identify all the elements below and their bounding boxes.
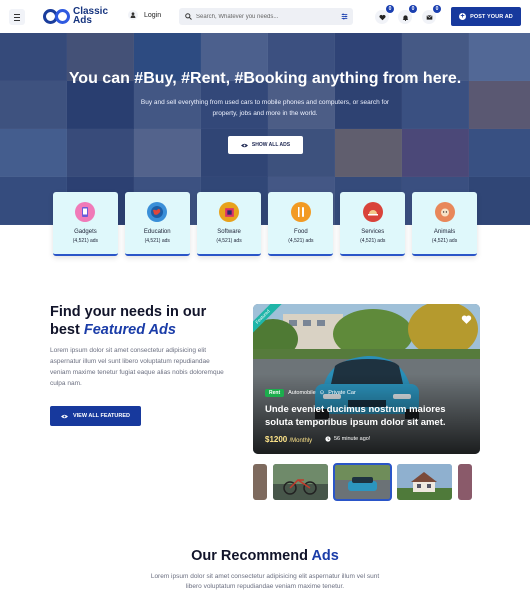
category-name: Food bbox=[294, 229, 308, 235]
category-card-software[interactable]: Software (4,521) ads bbox=[196, 192, 262, 256]
site-logo[interactable]: Classic Ads bbox=[43, 7, 108, 26]
thumbnail-car-selected[interactable] bbox=[333, 463, 392, 501]
recommend-description: Lorem ipsum dolor sit amet consectetur a… bbox=[150, 573, 380, 590]
card-category[interactable]: Automobile bbox=[288, 390, 316, 396]
featured-ad-card[interactable]: Featured Rent Automobile ⊙ Private Car U… bbox=[253, 304, 480, 454]
food-icon bbox=[290, 202, 311, 222]
thumbnail-house[interactable] bbox=[397, 464, 452, 500]
favorite-heart-icon[interactable] bbox=[461, 314, 472, 325]
eye-icon bbox=[60, 414, 68, 418]
animals-icon bbox=[434, 202, 455, 222]
search-input[interactable] bbox=[196, 13, 336, 20]
login-link[interactable]: Login bbox=[128, 10, 161, 20]
time-label: 56 minute ago! bbox=[334, 436, 371, 442]
software-icon bbox=[219, 202, 240, 222]
category-count: (4,521) ads bbox=[144, 238, 170, 244]
category-card-food[interactable]: Food (4,521) ads bbox=[268, 192, 334, 256]
recommend-heading-prefix: Our Recommend bbox=[191, 548, 312, 564]
thumbnail-partial-right[interactable] bbox=[458, 464, 472, 500]
hero-title: You can #Buy, #Rent, #Booking anything f… bbox=[68, 70, 462, 87]
gadgets-icon bbox=[75, 202, 96, 222]
site-header: Classic Ads Login 0 0 0 + POST YOUR AD bbox=[0, 0, 530, 33]
featured-description: Lorem ipsum dolor sit amet consectetur a… bbox=[50, 347, 224, 387]
services-icon bbox=[362, 202, 383, 222]
card-price: $1200 /Monthly bbox=[265, 435, 312, 444]
tag-separator-icon: ⊙ bbox=[319, 390, 325, 396]
search-bar[interactable] bbox=[179, 8, 353, 25]
price-unit: /Monthly bbox=[289, 438, 313, 444]
featured-heading-highlight: Featured Ads bbox=[83, 322, 176, 338]
view-all-featured-button[interactable]: VIEW ALL FEATURED bbox=[50, 406, 141, 426]
show-all-ads-button[interactable]: SHOW ALL ADS bbox=[228, 136, 303, 154]
recommend-heading: Our Recommend Ads bbox=[0, 548, 530, 564]
thumbnail-partial-left[interactable] bbox=[253, 464, 267, 500]
favorites-button[interactable]: 0 bbox=[375, 5, 394, 24]
messages-badge: 0 bbox=[433, 5, 441, 13]
post-ad-button[interactable]: + POST YOUR AD bbox=[451, 7, 521, 26]
category-count: (4,521) ads bbox=[360, 238, 386, 244]
card-subcategory[interactable]: Private Car bbox=[328, 390, 356, 396]
education-globe-icon bbox=[147, 202, 168, 222]
plus-icon: + bbox=[459, 13, 467, 20]
featured-heading-prefix: best bbox=[50, 322, 84, 338]
heart-icon bbox=[378, 14, 386, 20]
card-posted-time: 56 minute ago! bbox=[325, 436, 370, 442]
category-count: (4,521) ads bbox=[216, 238, 242, 244]
logo-text: Classic Ads bbox=[73, 7, 108, 26]
post-ad-label: POST YOUR AD bbox=[470, 13, 513, 20]
category-card-services[interactable]: Services (4,521) ads bbox=[340, 192, 406, 256]
messages-button[interactable]: 0 bbox=[422, 5, 441, 24]
login-label: Login bbox=[144, 11, 162, 19]
category-name: Gadgets bbox=[74, 229, 97, 235]
eye-icon bbox=[240, 143, 248, 147]
category-count: (4,521) ads bbox=[431, 238, 458, 244]
bell-icon bbox=[402, 14, 408, 21]
clock-icon bbox=[325, 436, 331, 442]
logo-line-2: Ads bbox=[73, 15, 92, 26]
logo-mark-icon bbox=[43, 7, 71, 25]
hero-subtitle: Buy and sell everything from used cars t… bbox=[140, 99, 390, 117]
category-name: Education bbox=[143, 229, 171, 235]
mail-icon bbox=[426, 14, 432, 20]
category-name: Services bbox=[361, 229, 385, 235]
notifications-button[interactable]: 0 bbox=[398, 5, 417, 24]
category-count: (4,521) ads bbox=[288, 238, 314, 244]
user-icon bbox=[128, 10, 138, 20]
notifications-badge: 0 bbox=[409, 5, 417, 13]
featured-thumbnails bbox=[253, 463, 480, 501]
category-count: (4,521) ads bbox=[72, 238, 99, 244]
rent-tag[interactable]: Rent bbox=[265, 389, 285, 397]
category-name: Software bbox=[217, 229, 241, 235]
view-all-featured-label: VIEW ALL FEATURED bbox=[72, 413, 131, 419]
featured-card-title[interactable]: Unde eveniet ducimus nostrum maiores sol… bbox=[265, 403, 470, 429]
category-card-gadgets[interactable]: Gadgets (4,521) ads bbox=[53, 192, 118, 256]
category-card-education[interactable]: Education (4,521) ads bbox=[124, 192, 190, 256]
hamburger-menu-icon[interactable] bbox=[9, 9, 25, 25]
show-all-ads-label: SHOW ALL ADS bbox=[251, 142, 291, 148]
category-card-animals[interactable]: Animals (4,521) ads bbox=[412, 192, 477, 256]
category-list: Gadgets (4,521) ads Education (4,521) ad… bbox=[53, 192, 477, 256]
search-icon bbox=[185, 13, 192, 20]
recommend-heading-highlight: Ads bbox=[311, 548, 339, 564]
featured-heading-line-1: Find your needs in our bbox=[50, 304, 207, 320]
thumbnail-bicycle[interactable] bbox=[273, 464, 328, 500]
card-tags: Rent Automobile ⊙ Private Car bbox=[265, 389, 356, 397]
filter-icon[interactable] bbox=[341, 13, 348, 20]
price-amount: $1200 bbox=[265, 435, 288, 444]
favorites-badge: 0 bbox=[386, 5, 394, 13]
featured-heading: Find your needs in our best Featured Ads bbox=[50, 303, 206, 339]
category-name: Animals bbox=[433, 229, 456, 235]
